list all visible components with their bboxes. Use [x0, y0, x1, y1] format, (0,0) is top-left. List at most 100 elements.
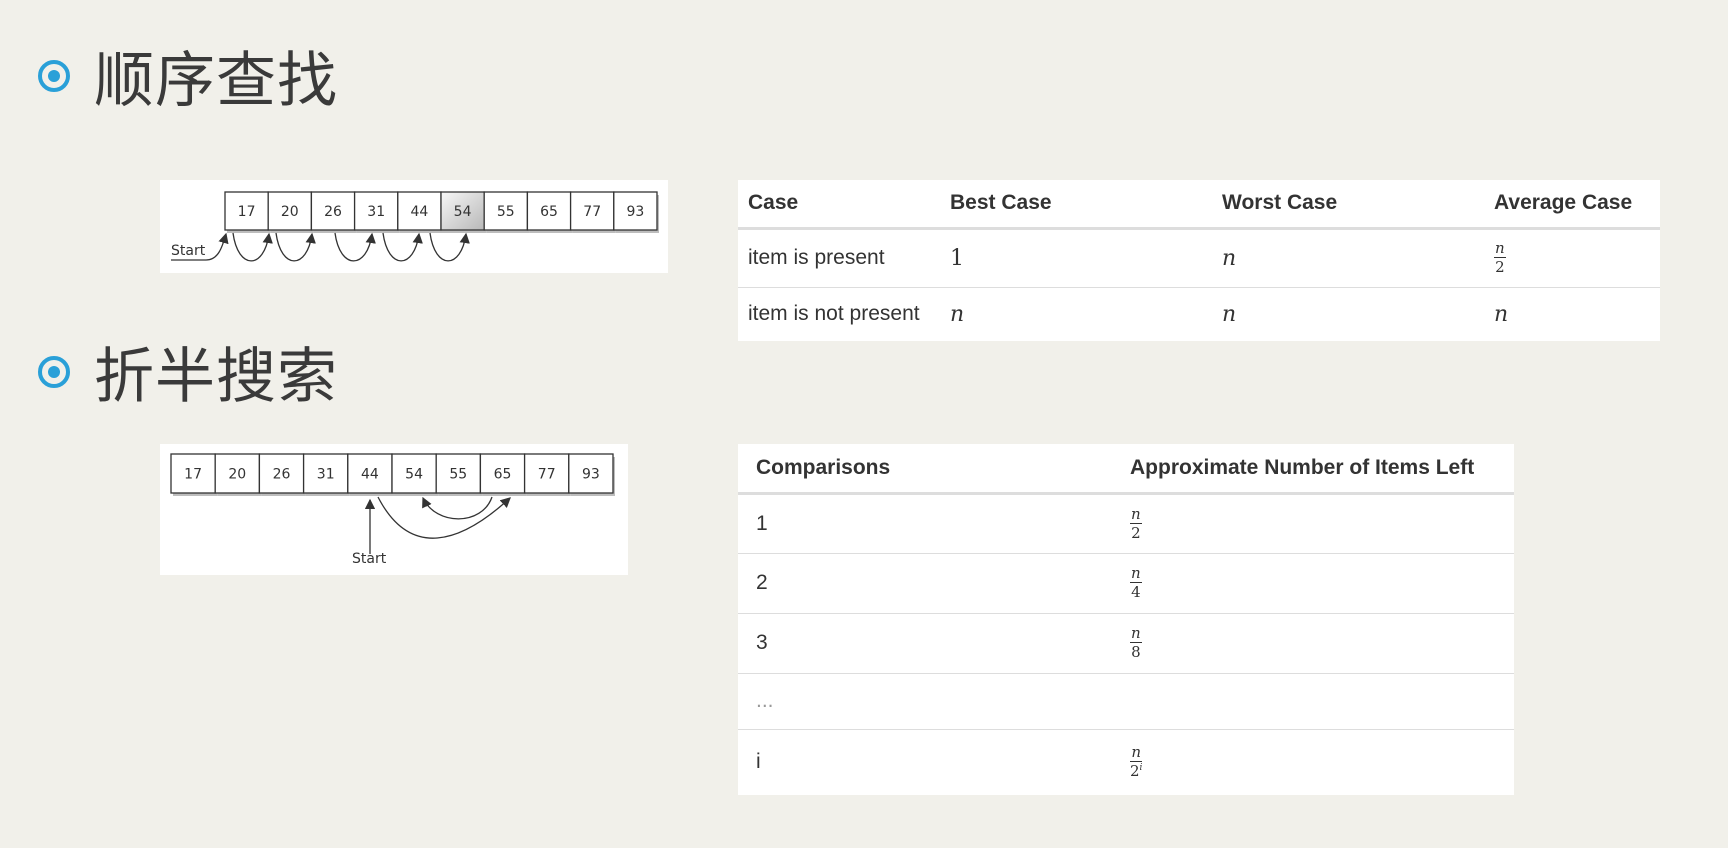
array-cell: 77 — [523, 453, 571, 496]
start-label: Start — [171, 243, 206, 259]
array-value: 65 — [494, 467, 512, 483]
array-value: 31 — [367, 204, 385, 220]
items-left-cell: n8 — [1129, 613, 1514, 674]
table-row: 3 n8 — [738, 613, 1514, 674]
step-arrow — [334, 232, 376, 262]
header-items-left: Approximate Number of Items Left — [1129, 444, 1514, 495]
array-value: 77 — [538, 467, 556, 483]
array-cell: 26 — [258, 453, 306, 496]
case-cell: item is not present — [748, 302, 920, 326]
array-value: 17 — [184, 467, 202, 483]
average-case-cell: n — [1494, 301, 1509, 327]
array-cell: 54 — [440, 191, 487, 233]
array-value: 77 — [583, 204, 601, 220]
array-value: 44 — [361, 467, 379, 483]
array-value: 44 — [410, 204, 428, 220]
array-value: 31 — [317, 467, 335, 483]
array-cell: 65 — [479, 453, 527, 496]
array-cell: 20 — [214, 453, 262, 496]
header-best-case: Best Case — [949, 180, 1221, 230]
jump-arrow — [422, 496, 493, 520]
array-cell: 17 — [224, 191, 271, 233]
heading-sequential-search: 顺序查找 — [38, 32, 338, 119]
header-case: Case — [738, 180, 949, 230]
header-comparisons: Comparisons — [738, 444, 1129, 495]
sequential-search-diagram: 17 20 26 31 44 54 55 65 77 93 Start — [160, 180, 668, 273]
step-arrow — [232, 232, 273, 262]
array-cell: 65 — [526, 191, 573, 233]
array-value: 55 — [497, 204, 515, 220]
table-row: item is not present n n n — [738, 287, 1660, 341]
array-value: 55 — [449, 467, 467, 483]
items-left-cell — [1129, 673, 1514, 730]
average-case-cell: n 2 — [1493, 228, 1660, 288]
step-arrow — [429, 232, 470, 262]
array-cell: 55 — [483, 191, 530, 233]
comparisons-cell: ... — [738, 673, 1129, 730]
table-row: i n 2i — [738, 729, 1514, 795]
fraction: n4 — [1130, 564, 1142, 601]
binary-search-table: Comparisons Approximate Number of Items … — [738, 444, 1514, 795]
slide: 顺序查找 17202631445455657793 Start — [0, 0, 1728, 848]
array-value: 65 — [540, 204, 558, 220]
array-cell: 93 — [568, 453, 615, 496]
comparisons-cell: i — [756, 750, 761, 774]
sequential-complexity-table: Case Best Case Worst Case Average Case i… — [738, 180, 1660, 341]
fraction: n 2i — [1130, 743, 1143, 781]
table-header-row: Comparisons Approximate Number of Items … — [738, 444, 1514, 495]
heading-text: 折半搜索 — [94, 342, 338, 412]
worst-case-cell: n — [1222, 301, 1237, 327]
binary-diagram-svg: 17 20 26 31 44 54 55 65 77 93 Start — [170, 453, 615, 567]
start-label: Start — [352, 551, 387, 567]
array-cell: 93 — [613, 191, 659, 233]
jump-arrow — [377, 496, 511, 539]
case-cell: item is present — [738, 228, 949, 288]
comparisons-cell: 2 — [738, 553, 1129, 614]
array-cell: 26 — [310, 191, 357, 233]
table-header-row: Case Best Case Worst Case Average Case — [738, 180, 1660, 230]
array-value: 26 — [324, 204, 342, 220]
fraction: n 2 — [1494, 239, 1506, 276]
header-average-case: Average Case — [1493, 180, 1660, 230]
step-arrow — [275, 232, 316, 262]
table-row: item is present 1 n n 2 — [738, 228, 1660, 288]
array-value: 54 — [405, 467, 423, 483]
comparisons-cell: 1 — [738, 493, 1129, 554]
binary-search-diagram: 17 20 26 31 44 54 55 65 77 93 Start — [160, 444, 628, 575]
array-value: 17 — [238, 204, 256, 220]
array-value: 20 — [228, 467, 246, 483]
array-cell: 20 — [267, 191, 314, 233]
items-left-cell: n2 — [1129, 493, 1514, 554]
items-left-cell: n4 — [1129, 553, 1514, 614]
sequential-diagram-svg: 17 20 26 31 44 54 55 65 77 93 Start — [171, 191, 659, 262]
array-cell: 77 — [569, 191, 616, 233]
array-cell: 17 — [170, 453, 218, 496]
array-value: 26 — [273, 467, 291, 483]
array-cell: 31 — [302, 453, 350, 496]
array-value: 93 — [582, 467, 600, 483]
array-value: 20 — [281, 204, 299, 220]
array-cell: 55 — [435, 453, 483, 496]
bullet-icon — [38, 355, 70, 388]
heading-text: 顺序查找 — [94, 46, 338, 116]
array-cell: 54 — [391, 453, 439, 496]
fraction: n8 — [1130, 624, 1142, 661]
array-value: 54 — [454, 204, 472, 220]
items-left-cell: n 2i — [1129, 729, 1514, 795]
start-arrow — [205, 232, 229, 261]
step-arrow — [382, 232, 423, 262]
worst-case-cell: n — [1221, 228, 1493, 288]
array-value: 93 — [626, 204, 644, 220]
array-cell: 44 — [347, 453, 394, 496]
array-cell: 31 — [353, 191, 400, 233]
table-row: 1 n2 — [738, 493, 1514, 554]
array-cell: 44 — [397, 191, 443, 233]
table-row: 2 n4 — [738, 553, 1514, 614]
heading-binary-search: 折半搜索 — [38, 328, 338, 415]
best-case-cell: 1 — [949, 228, 1221, 288]
best-case-cell: n — [950, 301, 965, 327]
fraction: n2 — [1130, 504, 1142, 542]
bullet-icon — [38, 59, 70, 92]
header-worst-case: Worst Case — [1221, 180, 1493, 230]
comparisons-cell: 3 — [738, 613, 1129, 674]
